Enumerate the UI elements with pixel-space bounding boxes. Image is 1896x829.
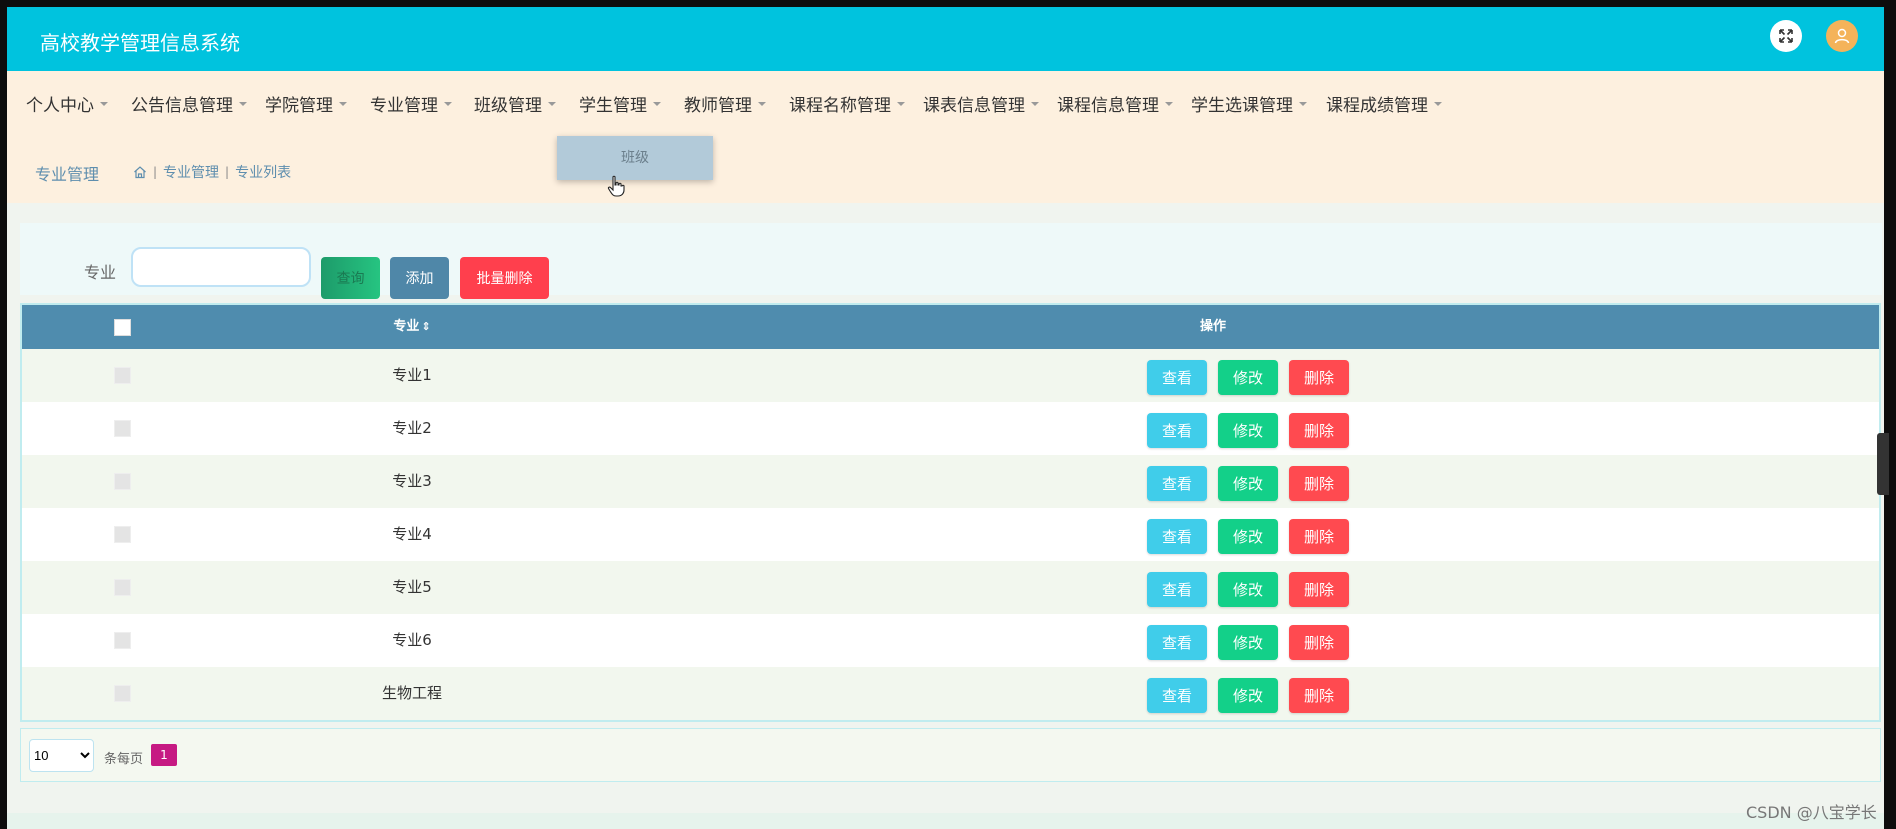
delete-button[interactable]: 删除 [1289,678,1349,713]
view-button[interactable]: 查看 [1147,519,1207,554]
table-row: 生物工程 查看 修改 删除 [22,667,1879,720]
breadcrumb-item: 专业列表 [235,165,292,181]
breadcrumb-bar: 专业管理 | 专业管理 | 专业列表 [7,141,1884,203]
nav-grade-management[interactable]: 课程成绩管理 [1326,71,1442,141]
nav-teacher-management[interactable]: 教师管理 [684,71,766,141]
table-row: 专业5 查看 修改 删除 [22,561,1879,614]
class-management-dropdown-item[interactable]: 班级 [557,136,713,180]
view-button[interactable]: 查看 [1147,678,1207,713]
edit-button[interactable]: 修改 [1218,678,1278,713]
page-number-current[interactable]: 1 [151,744,177,766]
row-major-name: 专业3 [392,472,432,490]
edit-button[interactable]: 修改 [1218,466,1278,501]
view-button[interactable]: 查看 [1147,625,1207,660]
pagination: 10 条每页 1 [20,728,1881,782]
edit-button[interactable]: 修改 [1218,625,1278,660]
table-body: 专业1 查看 修改 删除 专业2 查看 修改 删除 专业3 查看 修改 删除 专… [22,349,1879,720]
main-nav: 个人中心 公告信息管理 学院管理 专业管理 班级管理 学生管理 教师管理 课程名… [7,71,1884,141]
nav-college-management[interactable]: 学院管理 [265,71,347,141]
table-row: 专业4 查看 修改 删除 [22,508,1879,561]
page-size-label: 条每页 [104,752,144,767]
table-header: 专业 ⇕ 操作 [22,305,1879,349]
table-row: 专业3 查看 修改 删除 [22,455,1879,508]
user-icon [1834,28,1850,44]
row-major-name: 专业2 [392,419,432,437]
column-header-major[interactable]: 专业 ⇕ [22,305,802,349]
delete-button[interactable]: 删除 [1289,360,1349,395]
row-major-name: 专业5 [392,578,432,596]
table-row: 专业2 查看 修改 删除 [22,402,1879,455]
nav-major-management[interactable]: 专业管理 [370,71,452,141]
batch-delete-button[interactable]: 批量删除 [460,257,549,299]
row-major-name: 专业1 [392,366,432,384]
table-row: 专业6 查看 修改 删除 [22,614,1879,667]
row-major-name: 专业4 [392,525,432,543]
home-icon[interactable] [133,165,147,179]
delete-button[interactable]: 删除 [1289,519,1349,554]
main-content: 专业 查询 添加 批量删除 专业 ⇕ 操作 专业1 查看 修改 删除 专业2 查… [7,203,1884,829]
edit-button[interactable]: 修改 [1218,360,1278,395]
hand-cursor-icon [607,175,625,197]
nav-course-info-management[interactable]: 课程信息管理 [1057,71,1173,141]
nav-personal-center[interactable]: 个人中心 [26,71,108,141]
footer-strip [7,813,1884,829]
search-button[interactable]: 查询 [321,257,380,299]
edit-button[interactable]: 修改 [1218,572,1278,607]
table-row: 专业1 查看 修改 删除 [22,349,1879,402]
app-window: 高校教学管理信息系统 个人中心 公告信息管理 学院管理 专业管理 班级管理 学生… [7,7,1884,829]
nav-course-name-management[interactable]: 课程名称管理 [789,71,905,141]
delete-button[interactable]: 删除 [1289,572,1349,607]
view-button[interactable]: 查看 [1147,360,1207,395]
side-drawer-handle[interactable] [1877,433,1889,495]
edit-button[interactable]: 修改 [1218,413,1278,448]
column-header-actions: 操作 [1200,319,1227,334]
major-search-input[interactable] [131,247,311,287]
watermark: CSDN @八宝学长 [1746,803,1877,822]
nav-notice-management[interactable]: 公告信息管理 [131,71,247,141]
row-major-name: 专业6 [392,631,432,649]
app-title: 高校教学管理信息系统 [40,31,240,55]
add-button[interactable]: 添加 [390,257,449,299]
delete-button[interactable]: 删除 [1289,413,1349,448]
delete-button[interactable]: 删除 [1289,625,1349,660]
delete-button[interactable]: 删除 [1289,466,1349,501]
row-major-name: 生物工程 [381,684,442,702]
breadcrumb-item[interactable]: 专业管理 [163,162,219,182]
expand-icon [1779,29,1793,43]
top-header: 高校教学管理信息系统 [7,7,1884,71]
view-button[interactable]: 查看 [1147,413,1207,448]
nav-course-selection-management[interactable]: 学生选课管理 [1191,71,1307,141]
user-avatar-button[interactable] [1826,20,1858,52]
view-button[interactable]: 查看 [1147,466,1207,501]
search-label: 专业 [84,263,117,282]
edit-button[interactable]: 修改 [1218,519,1278,554]
nav-schedule-management[interactable]: 课表信息管理 [923,71,1039,141]
search-panel: 专业 查询 添加 批量删除 [20,223,1882,299]
fullscreen-button[interactable] [1770,20,1802,52]
major-table: 专业 ⇕ 操作 专业1 查看 修改 删除 专业2 查看 修改 删除 专业3 查看… [20,303,1881,722]
sort-icon: ⇕ [421,320,431,333]
nav-class-management[interactable]: 班级管理 [474,71,556,141]
page-size-select[interactable]: 10 [29,739,94,772]
nav-student-management[interactable]: 学生管理 [579,71,661,141]
breadcrumb: | 专业管理 | 专业列表 [133,162,291,182]
view-button[interactable]: 查看 [1147,572,1207,607]
page-title: 专业管理 [35,165,100,184]
